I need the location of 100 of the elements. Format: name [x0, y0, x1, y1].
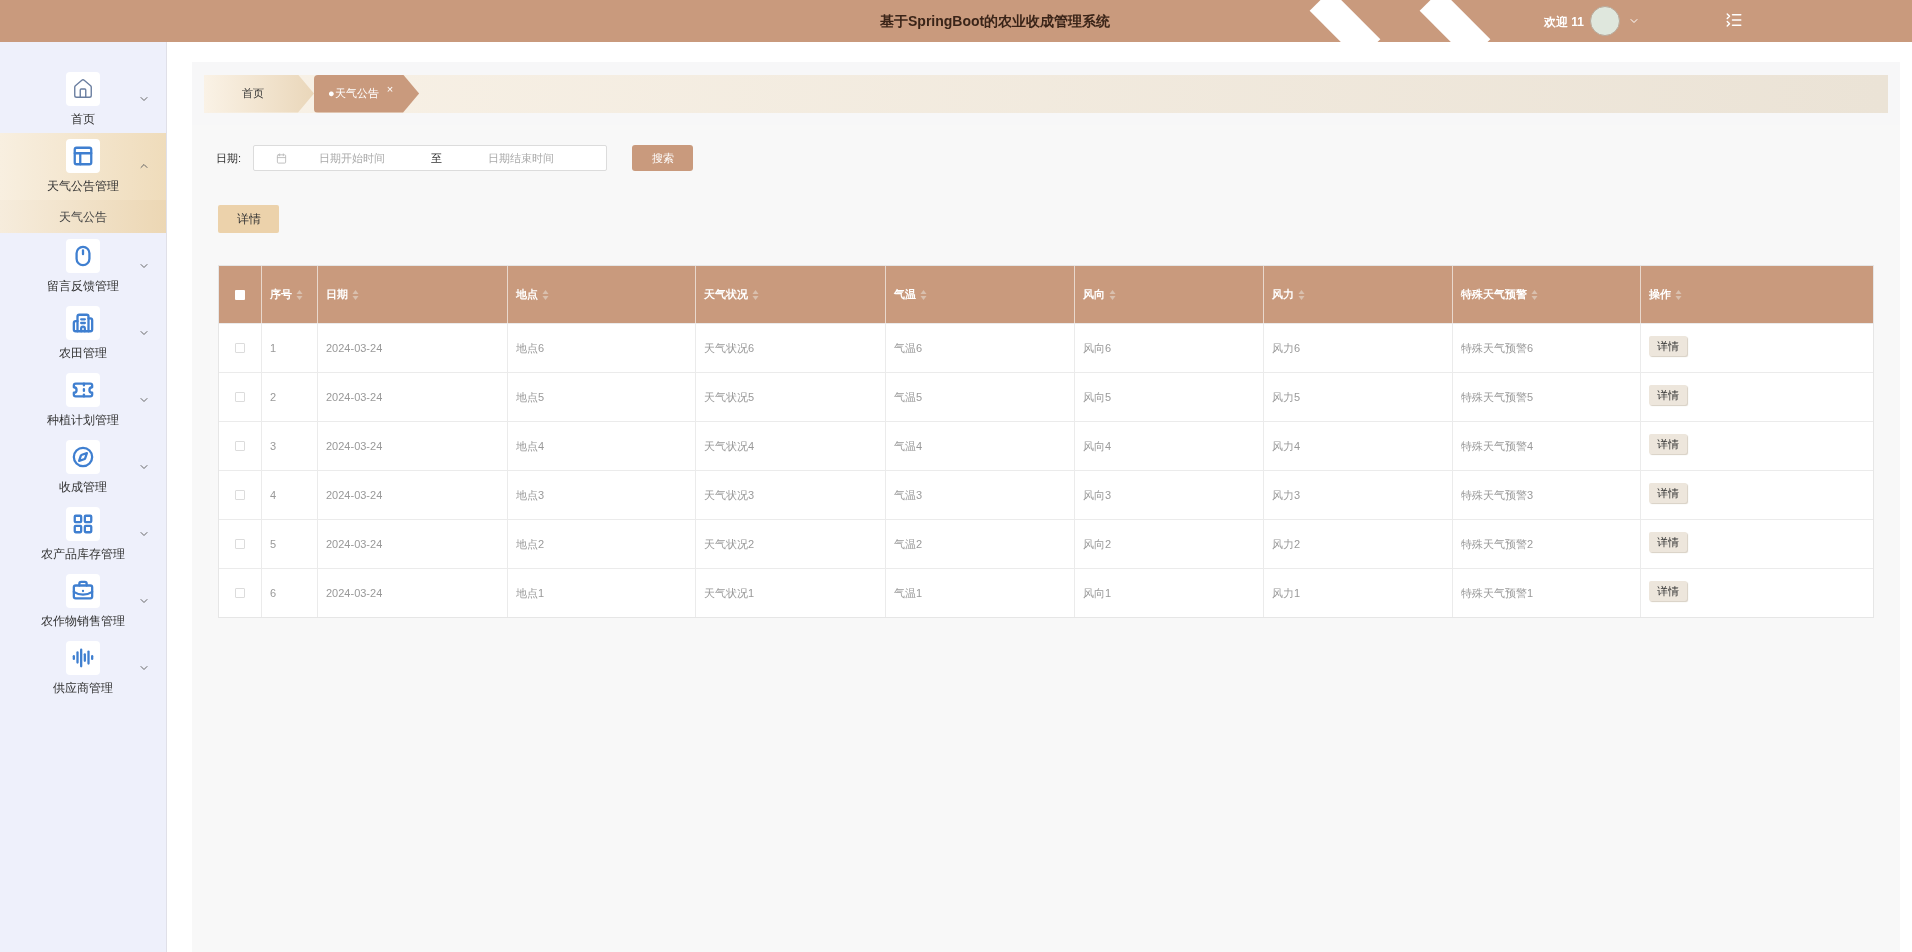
sort-icon[interactable]: [752, 288, 759, 301]
column-header: 气温: [894, 287, 916, 303]
column-header: 特殊天气预警: [1461, 287, 1527, 303]
table-cell-text: 气温4: [894, 438, 923, 454]
sidebar-label: 农作物销售管理: [41, 612, 125, 630]
table-cell-text: 风力2: [1272, 536, 1301, 552]
column-header: 操作: [1649, 287, 1671, 303]
table-cell-text: 地点1: [516, 585, 545, 601]
table-cell-text: 天气状况5: [704, 389, 755, 405]
table-cell-text: 特殊天气预警1: [1461, 585, 1534, 601]
calendar-icon: [276, 152, 288, 164]
sidebar-subitem[interactable]: 天气公告: [0, 200, 166, 233]
table-cell-text: 特殊天气预警3: [1461, 487, 1534, 503]
table-cell-text: 风力3: [1272, 487, 1301, 503]
table-cell-text: 地点4: [516, 438, 545, 454]
table-cell-text: 风力1: [1272, 585, 1301, 601]
column-header: 风力: [1272, 287, 1294, 303]
table-cell-text: 风力5: [1272, 389, 1301, 405]
sidebar-item[interactable]: 天气公告管理: [0, 133, 166, 200]
sidebar-item[interactable]: 首页: [0, 66, 166, 133]
sort-icon[interactable]: [1675, 288, 1682, 301]
sidebar-item[interactable]: 留言反馈管理: [0, 233, 166, 300]
sidebar-label: 种植计划管理: [47, 411, 119, 429]
column-header: 天气状况: [704, 287, 748, 303]
table-cell-text: 3: [270, 438, 277, 454]
table-cell-text: 风向4: [1083, 438, 1112, 454]
sidebar-item[interactable]: 农田管理: [0, 300, 166, 367]
table-cell-text: 天气状况3: [704, 487, 755, 503]
column-header: 地点: [516, 287, 538, 303]
table-cell-text: 2024-03-24: [326, 438, 383, 454]
row-checkbox[interactable]: [235, 441, 245, 451]
sidebar-item[interactable]: 收成管理: [0, 434, 166, 501]
column-header: 风向: [1083, 287, 1105, 303]
sort-icon[interactable]: [1298, 288, 1305, 301]
app-title: 基于SpringBoot的农业收成管理系统: [880, 12, 1111, 31]
table-cell-text: 地点2: [516, 536, 545, 552]
table-cell-text: 2: [270, 389, 277, 405]
grid-icon: [72, 512, 94, 535]
row-detail-button[interactable]: 详情: [1649, 434, 1687, 454]
sidebar-label: 农田管理: [59, 344, 107, 362]
table-cell-text: 地点6: [516, 340, 545, 356]
row-detail-button[interactable]: 详情: [1649, 336, 1687, 356]
table-cell-text: 风向2: [1083, 536, 1112, 552]
sidebar-label: 天气公告管理: [47, 177, 119, 195]
select-all-checkbox[interactable]: [235, 289, 245, 300]
table-cell-text: 天气状况1: [704, 585, 755, 601]
table-cell-text: 2024-03-24: [326, 536, 383, 552]
sidebar-item[interactable]: 种植计划管理: [0, 367, 166, 434]
table-cell-text: 风向6: [1083, 340, 1112, 356]
column-header: 日期: [326, 287, 348, 303]
sort-icon[interactable]: [542, 288, 549, 301]
sort-icon[interactable]: [1109, 288, 1116, 301]
date-label: 日期:: [216, 150, 242, 166]
row-detail-button[interactable]: 详情: [1649, 483, 1687, 503]
start-date-placeholder: 日期开始时间: [319, 150, 386, 166]
menu-icon[interactable]: [1725, 11, 1743, 29]
table-cell-text: 风向5: [1083, 389, 1112, 405]
table-cell-text: 气温3: [894, 487, 923, 503]
table-cell-text: 5: [270, 536, 277, 552]
welcome-text: 欢迎 11: [1544, 14, 1585, 31]
row-checkbox[interactable]: [235, 392, 245, 402]
row-checkbox[interactable]: [235, 539, 245, 549]
row-detail-button[interactable]: 详情: [1649, 385, 1687, 405]
table-cell-text: 风力4: [1272, 438, 1301, 454]
table-cell-text: 天气状况6: [704, 340, 755, 356]
row-checkbox[interactable]: [235, 588, 245, 598]
sort-icon[interactable]: [920, 288, 927, 301]
sort-icon[interactable]: [352, 288, 359, 301]
table-cell-text: 地点5: [516, 389, 545, 405]
table-cell-text: 特殊天气预警6: [1461, 340, 1534, 356]
sidebar-label: 农产品库存管理: [41, 545, 125, 563]
sort-icon[interactable]: [296, 288, 303, 301]
table-cell-text: 气温1: [894, 585, 923, 601]
row-detail-button[interactable]: 详情: [1649, 581, 1687, 601]
table-cell-text: 风向3: [1083, 487, 1112, 503]
range-separator: 至: [431, 150, 443, 166]
table-cell-text: 特殊天气预警2: [1461, 536, 1534, 552]
row-checkbox[interactable]: [235, 343, 245, 353]
row-checkbox[interactable]: [235, 490, 245, 500]
table-cell-text: 风向1: [1083, 585, 1112, 601]
row-detail-button[interactable]: 详情: [1649, 532, 1687, 552]
bars-icon: [72, 646, 94, 669]
date-range-field[interactable]: 日期开始时间 至 日期结束时间: [253, 145, 608, 171]
sort-icon[interactable]: [1531, 288, 1538, 301]
sidebar-item[interactable]: 农产品库存管理: [0, 501, 166, 568]
avatar[interactable]: [1590, 6, 1620, 36]
sidebar-label: 供应商管理: [53, 679, 113, 697]
table-cell-text: 2024-03-24: [326, 340, 383, 356]
table-cell-text: 天气状况2: [704, 536, 755, 552]
end-date-placeholder: 日期结束时间: [488, 150, 555, 166]
column-header: 序号: [270, 287, 292, 303]
compass-icon: [72, 445, 94, 468]
table-cell-text: 2024-03-24: [326, 585, 383, 601]
table-cell-text: 气温5: [894, 389, 923, 405]
table-cell-text: 6: [270, 585, 277, 601]
table-cell-text: 风力6: [1272, 340, 1301, 356]
sidebar-item[interactable]: 供应商管理: [0, 635, 166, 702]
sidebar-item[interactable]: 农作物销售管理: [0, 568, 166, 635]
layout-icon: [72, 144, 94, 167]
detail-button[interactable]: 详情: [218, 205, 279, 233]
